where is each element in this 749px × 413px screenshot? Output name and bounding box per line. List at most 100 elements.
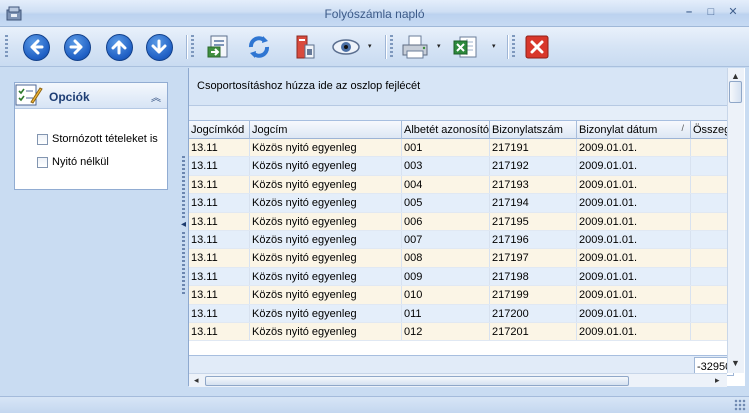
- cell-jogcim[interactable]: Közös nyitó egyenleg: [250, 304, 402, 322]
- cell-jogcim[interactable]: Közös nyitó egyenleg: [250, 194, 402, 212]
- checkbox-storno[interactable]: Stornózott tételeket is: [37, 133, 158, 145]
- cell-jogcimkod[interactable]: 13.11: [189, 175, 250, 194]
- cell-albetet[interactable]: 004: [402, 175, 490, 194]
- cell-jogcim[interactable]: Közös nyitó egyenleg: [250, 212, 402, 230]
- cell-osszeg[interactable]: [691, 176, 727, 193]
- cell-bizonylat-datum[interactable]: 2009.01.01.: [577, 286, 691, 304]
- options-header[interactable]: Opciók ︽: [15, 83, 167, 109]
- table-row[interactable]: 13.11 Közös nyitó egyenleg 010 217199 2009.0…: [189, 286, 727, 305]
- cell-osszeg[interactable]: -: [691, 213, 727, 230]
- cell-jogcimkod[interactable]: 13.11: [189, 194, 250, 212]
- table-row[interactable]: 13.11 Közös nyitó egyenleg 011 217200 2009.0…: [189, 304, 727, 323]
- cell-bizonylat-datum[interactable]: 2009.01.01.: [577, 267, 691, 286]
- horizontal-scroll-thumb[interactable]: [205, 376, 629, 386]
- back-button[interactable]: [20, 31, 52, 63]
- table-row[interactable]: 13.11 Közös nyitó egyenleg 009 217198 2009.0…: [189, 267, 727, 287]
- print-button[interactable]: [399, 31, 431, 63]
- scroll-left-icon[interactable]: ◂: [194, 375, 199, 386]
- cell-bizonylatszam[interactable]: 217193: [490, 175, 577, 194]
- cell-jogcim[interactable]: Közös nyitó egyenleg: [250, 267, 402, 286]
- import-button[interactable]: [203, 31, 235, 63]
- table-row[interactable]: 13.11 Közös nyitó egyenleg 008 217197 2009.0…: [189, 249, 727, 268]
- cell-bizonylat-datum[interactable]: 2009.01.01.: [577, 304, 691, 322]
- excel-dropdown-arrow[interactable]: ▾: [492, 43, 500, 50]
- resize-grip[interactable]: [734, 399, 746, 411]
- checkbox-box[interactable]: [37, 133, 48, 145]
- cell-osszeg[interactable]: [691, 139, 727, 156]
- cell-albetet[interactable]: 003: [402, 157, 490, 175]
- down-button[interactable]: [143, 31, 175, 63]
- cell-bizonylatszam[interactable]: 217201: [490, 322, 577, 341]
- cell-bizonylatszam[interactable]: 217199: [490, 286, 577, 304]
- refresh-button[interactable]: [243, 31, 275, 63]
- column-header-jogcimkod[interactable]: Jogcímkód: [189, 121, 250, 139]
- cell-bizonylatszam[interactable]: 217191: [490, 139, 577, 157]
- column-header-bizonylat-datum[interactable]: Bizonylat dátum /: [577, 121, 691, 139]
- excel-export-button[interactable]: [449, 31, 481, 63]
- column-header-osszeg[interactable]: Összeg: [691, 121, 727, 139]
- cell-bizonylatszam[interactable]: 217198: [490, 267, 577, 286]
- cell-bizonylat-datum[interactable]: 2009.01.01.: [577, 212, 691, 230]
- table-row[interactable]: 13.11 Közös nyitó egyenleg 001 217191 2009.0…: [189, 139, 727, 158]
- scroll-down-icon[interactable]: ▼: [731, 358, 740, 368]
- close-window-button[interactable]: ✕: [723, 4, 743, 22]
- cell-bizonylat-datum[interactable]: 2009.01.01.: [577, 194, 691, 212]
- table-row[interactable]: 13.11 Közös nyitó egyenleg 006 217195 2009.0…: [189, 212, 727, 231]
- cell-jogcimkod[interactable]: 13.11: [189, 249, 250, 267]
- cell-bizonylat-datum[interactable]: 2009.01.01.: [577, 175, 691, 194]
- cell-jogcim[interactable]: Közös nyitó egyenleg: [250, 286, 402, 304]
- close-view-button[interactable]: [521, 31, 553, 63]
- cell-bizonylatszam[interactable]: 217197: [490, 249, 577, 267]
- collapse-left-icon[interactable]: ◂: [181, 219, 187, 231]
- cell-bizonylatszam[interactable]: 217200: [490, 304, 577, 322]
- cell-osszeg[interactable]: -: [691, 231, 727, 248]
- cell-jogcim[interactable]: Közös nyitó egyenleg: [250, 249, 402, 267]
- vertical-scroll-thumb[interactable]: [729, 81, 742, 103]
- cell-jogcimkod[interactable]: 13.11: [189, 212, 250, 230]
- cell-bizonylatszam[interactable]: 217192: [490, 157, 577, 175]
- group-by-panel[interactable]: Csoportosításhoz húzza ide az oszlop fej…: [189, 68, 727, 106]
- cell-bizonylatszam[interactable]: 217194: [490, 194, 577, 212]
- cell-jogcimkod[interactable]: 13.11: [189, 157, 250, 175]
- horizontal-scrollbar[interactable]: ◂ ▸: [189, 373, 727, 387]
- cell-bizonylatszam[interactable]: 217195: [490, 212, 577, 230]
- cell-jogcim[interactable]: Közös nyitó egyenleg: [250, 322, 402, 341]
- maximize-button[interactable]: □: [701, 4, 721, 22]
- forward-button[interactable]: [61, 31, 93, 63]
- up-button[interactable]: [103, 31, 135, 63]
- cell-albetet[interactable]: 005: [402, 194, 490, 212]
- cell-jogcimkod[interactable]: 13.11: [189, 230, 250, 249]
- view-dropdown-arrow[interactable]: ▾: [368, 43, 376, 50]
- cell-jogcimkod[interactable]: 13.11: [189, 304, 250, 322]
- cell-jogcimkod[interactable]: 13.11: [189, 322, 250, 341]
- table-row[interactable]: 13.11 Közös nyitó egyenleg 012 217201 2009.0…: [189, 322, 727, 342]
- cell-osszeg[interactable]: -: [691, 305, 727, 322]
- cell-osszeg[interactable]: [691, 157, 727, 174]
- filter-row[interactable]: [189, 106, 727, 121]
- panel-splitter[interactable]: ◂: [181, 156, 187, 296]
- toolbar-grip[interactable]: [512, 35, 515, 59]
- cell-bizonylat-datum[interactable]: 2009.01.01.: [577, 322, 691, 341]
- cell-osszeg[interactable]: -: [691, 323, 727, 340]
- cell-osszeg[interactable]: -: [691, 286, 727, 303]
- table-row[interactable]: 13.11 Közös nyitó egyenleg 003 217192 2009.0…: [189, 157, 727, 176]
- cell-albetet[interactable]: 012: [402, 322, 490, 341]
- cell-bizonylat-datum[interactable]: 2009.01.01.: [577, 139, 691, 157]
- scroll-up-icon[interactable]: ▲: [731, 71, 740, 81]
- cell-jogcim[interactable]: Közös nyitó egyenleg: [250, 157, 402, 175]
- cell-osszeg[interactable]: [691, 194, 727, 211]
- cell-albetet[interactable]: 001: [402, 139, 490, 157]
- cell-osszeg[interactable]: -: [691, 268, 727, 285]
- cell-bizonylat-datum[interactable]: 2009.01.01.: [577, 249, 691, 267]
- cell-jogcimkod[interactable]: 13.11: [189, 139, 250, 157]
- cell-bizonylat-datum[interactable]: 2009.01.01.: [577, 230, 691, 249]
- cell-jogcimkod[interactable]: 13.11: [189, 286, 250, 304]
- toolbar-grip[interactable]: [5, 35, 8, 59]
- cell-osszeg[interactable]: -: [691, 249, 727, 266]
- vertical-scrollbar[interactable]: ▲ ▼: [727, 68, 744, 373]
- cell-jogcim[interactable]: Közös nyitó egyenleg: [250, 230, 402, 249]
- cell-albetet[interactable]: 010: [402, 286, 490, 304]
- cell-bizonylatszam[interactable]: 217196: [490, 230, 577, 249]
- view-button[interactable]: [330, 31, 362, 63]
- cell-jogcimkod[interactable]: 13.11: [189, 267, 250, 286]
